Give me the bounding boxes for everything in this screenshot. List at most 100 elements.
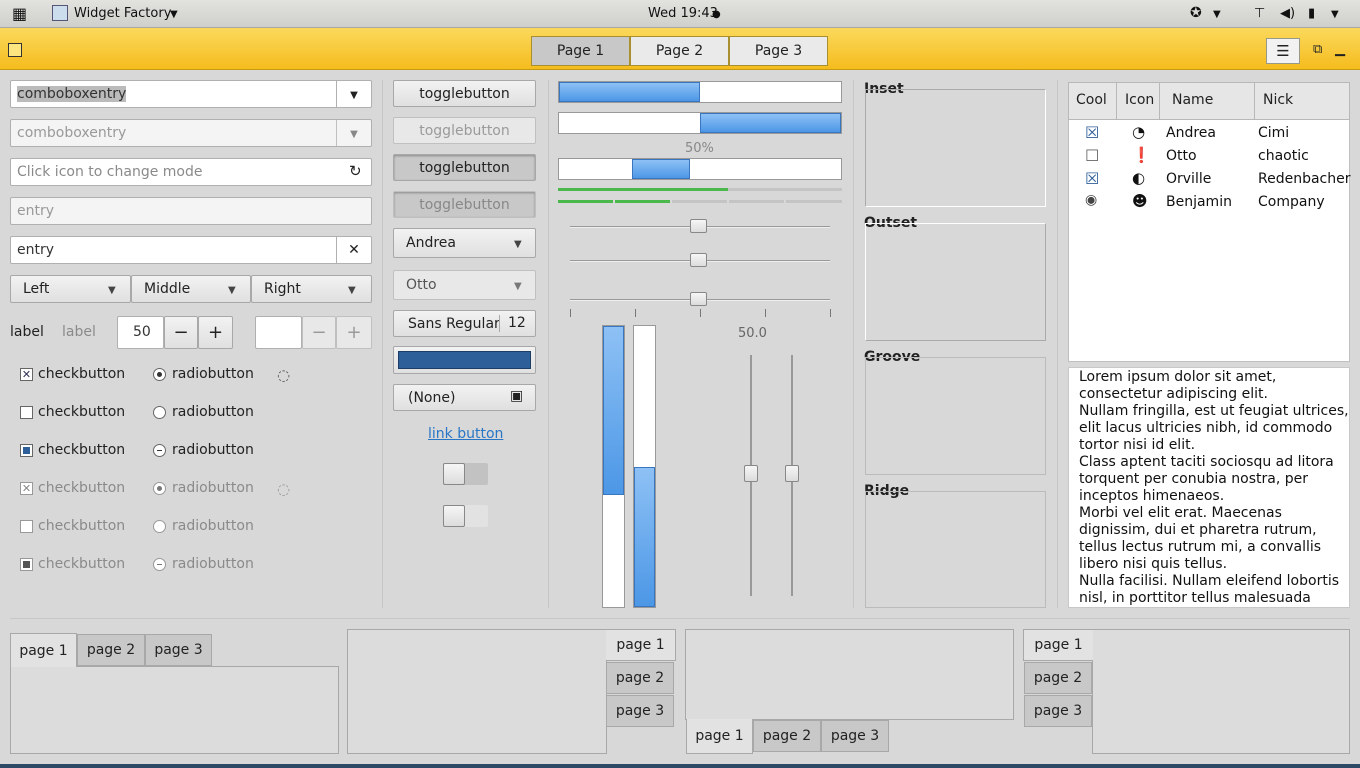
minimize-window-icon[interactable]: ▁	[1335, 42, 1345, 57]
tree-row-name: Benjamin	[1166, 194, 1232, 210]
text-line: Nullam fringilla, est ut feugiat ultrice…	[1079, 403, 1349, 419]
notebook-1-tab-1[interactable]: page 1	[10, 633, 77, 667]
app-menu-label[interactable]: Widget Factory	[74, 6, 171, 21]
volume-icon[interactable]: ◀)	[1280, 6, 1295, 21]
spin-minus-icon[interactable]: −	[164, 316, 198, 349]
font-button[interactable]: Sans Regular 12	[393, 310, 536, 337]
combobox-entry-2[interactable]: comboboxentry	[10, 119, 372, 147]
checkbutton-label: checkbutton	[38, 366, 126, 382]
column-header-name[interactable]: Name	[1160, 82, 1255, 120]
column-header-cool[interactable]: Cool	[1068, 82, 1117, 120]
file-chooser-label: (None)	[408, 389, 456, 406]
restore-window-icon[interactable]: ⧉	[1313, 42, 1322, 57]
disabled-entry[interactable]: entry	[10, 197, 372, 225]
header-bar: Page 1 Page 2 Page 3 ☰ ⧉ ▁	[0, 28, 1360, 70]
combobox-2-dropdown-icon[interactable]: ▼	[336, 120, 371, 146]
notebook-2-tab-3[interactable]: page 3	[606, 695, 674, 727]
label-2: label	[62, 324, 96, 340]
vscale-1-handle[interactable]	[744, 465, 758, 482]
radiobutton-label: radiobutton	[172, 518, 254, 534]
spin-minus-disabled-icon[interactable]: −	[302, 316, 336, 349]
notebook-1-tab-3[interactable]: page 3	[145, 634, 212, 666]
spinner-icon: ◌	[277, 366, 291, 384]
spin-plus-icon[interactable]: +	[198, 316, 233, 349]
radiobutton-selected-disabled[interactable]	[153, 482, 166, 495]
clock[interactable]: Wed 19:43	[648, 6, 718, 21]
system-menu-chevron-icon[interactable]: ▼	[1331, 9, 1339, 20]
right-button-label: Right	[264, 281, 301, 297]
spin-plus-disabled-icon[interactable]: +	[336, 316, 372, 349]
combo-otto-dropdown-icon: ▼	[514, 281, 522, 292]
column-separator	[1057, 80, 1058, 608]
progress-bar-2	[558, 112, 842, 134]
tree-row-cool-check[interactable]: ☒	[1085, 169, 1099, 188]
notebook-3-tab-1[interactable]: page 1	[686, 719, 753, 754]
radiobutton-unselected[interactable]	[153, 406, 166, 419]
notebook-3-tab-2[interactable]: page 2	[753, 720, 821, 752]
notebook-4-tab-1[interactable]: page 1	[1023, 629, 1093, 661]
radiobutton-label: radiobutton	[172, 366, 254, 382]
togglebutton-4-active-disabled[interactable]: togglebutton	[393, 191, 536, 218]
header-check-icon[interactable]	[8, 43, 22, 57]
switch-on[interactable]	[443, 463, 488, 485]
network-icon[interactable]: ⊤	[1254, 6, 1265, 21]
togglebutton-3-active[interactable]: togglebutton	[393, 154, 536, 181]
spin-input-disabled[interactable]	[255, 316, 302, 349]
hscale-3-handle[interactable]	[690, 292, 707, 306]
checkbutton-unchecked[interactable]	[20, 406, 33, 419]
app-menu-chevron-icon[interactable]: ▼	[170, 9, 178, 20]
hscale-2-handle[interactable]	[690, 253, 707, 267]
clearable-entry[interactable]: entry	[10, 236, 372, 264]
stack-switcher-page2[interactable]: Page 2	[630, 36, 729, 66]
battery-icon[interactable]: ▮	[1308, 6, 1315, 21]
notebook-3-tab-3[interactable]: page 3	[821, 720, 889, 752]
radiobutton-inconsistent[interactable]	[153, 444, 166, 457]
text-view[interactable]: Lorem ipsum dolor sit amet, consectetur …	[1068, 367, 1350, 608]
activities-icon[interactable]: ▦	[12, 4, 27, 23]
checkbutton-checked-disabled[interactable]: ✕	[20, 482, 33, 495]
link-button[interactable]: link button	[428, 426, 503, 442]
notebook-2-tab-2[interactable]: page 2	[606, 662, 674, 694]
accessibility-chevron-icon[interactable]: ▼	[1213, 9, 1221, 20]
hscale-1-handle[interactable]	[690, 219, 707, 233]
tree-row-cool-check[interactable]: ☒	[1085, 123, 1099, 142]
column-header-icon[interactable]: Icon	[1117, 82, 1160, 120]
tree-row-cool-check[interactable]: ☐	[1085, 146, 1099, 165]
hscale-3-ticks	[570, 309, 831, 317]
radiobutton-inconsistent-disabled[interactable]	[153, 558, 166, 571]
hamburger-menu-icon[interactable]: ☰	[1266, 38, 1300, 64]
refresh-icon[interactable]: ↻	[349, 162, 362, 180]
radiobutton-label: radiobutton	[172, 404, 254, 420]
tree-row-nick: Cimi	[1258, 125, 1290, 141]
middle-dropdown-icon: ▼	[228, 285, 236, 296]
notebook-1-tab-2[interactable]: page 2	[77, 634, 145, 666]
vscale-2-handle[interactable]	[785, 465, 799, 482]
spin-input[interactable]: 50	[117, 316, 164, 349]
accessibility-icon[interactable]: ✪	[1190, 5, 1202, 21]
combobox-entry-1[interactable]: comboboxentry	[10, 80, 372, 108]
notebook-4-tab-3[interactable]: page 3	[1024, 695, 1092, 727]
notebook-2-tab-1[interactable]: page 1	[606, 629, 676, 661]
stack-switcher-page3[interactable]: Page 3	[729, 36, 828, 66]
checkbutton-inconsistent-disabled[interactable]	[20, 558, 33, 571]
tree-row-name: Andrea	[1166, 125, 1216, 141]
checkbutton-checked[interactable]: ✕	[20, 368, 33, 381]
switch-off[interactable]	[443, 505, 488, 527]
column-header-nick[interactable]: Nick	[1255, 82, 1350, 120]
clear-entry-icon[interactable]: ✕	[336, 237, 371, 263]
combobox-1-dropdown-icon[interactable]: ▼	[336, 81, 371, 107]
notebook-4-tab-2[interactable]: page 2	[1024, 662, 1092, 694]
tree-row-name: Otto	[1166, 148, 1197, 164]
checkbutton-inconsistent[interactable]	[20, 444, 33, 457]
radiobutton-unselected-disabled[interactable]	[153, 520, 166, 533]
combo-andrea-dropdown-icon: ▼	[514, 239, 522, 250]
checkbutton-unchecked-disabled[interactable]	[20, 520, 33, 533]
vscale-value-label: 50.0	[738, 326, 767, 341]
stack-switcher-page1[interactable]: Page 1	[531, 36, 630, 66]
color-button[interactable]	[393, 346, 536, 374]
radiobutton-selected[interactable]	[153, 368, 166, 381]
mode-entry[interactable]: Click icon to change mode	[10, 158, 372, 186]
togglebutton-1[interactable]: togglebutton	[393, 80, 536, 107]
tree-row-cool-radio[interactable]: ◉	[1085, 192, 1097, 208]
togglebutton-2-disabled[interactable]: togglebutton	[393, 117, 536, 144]
